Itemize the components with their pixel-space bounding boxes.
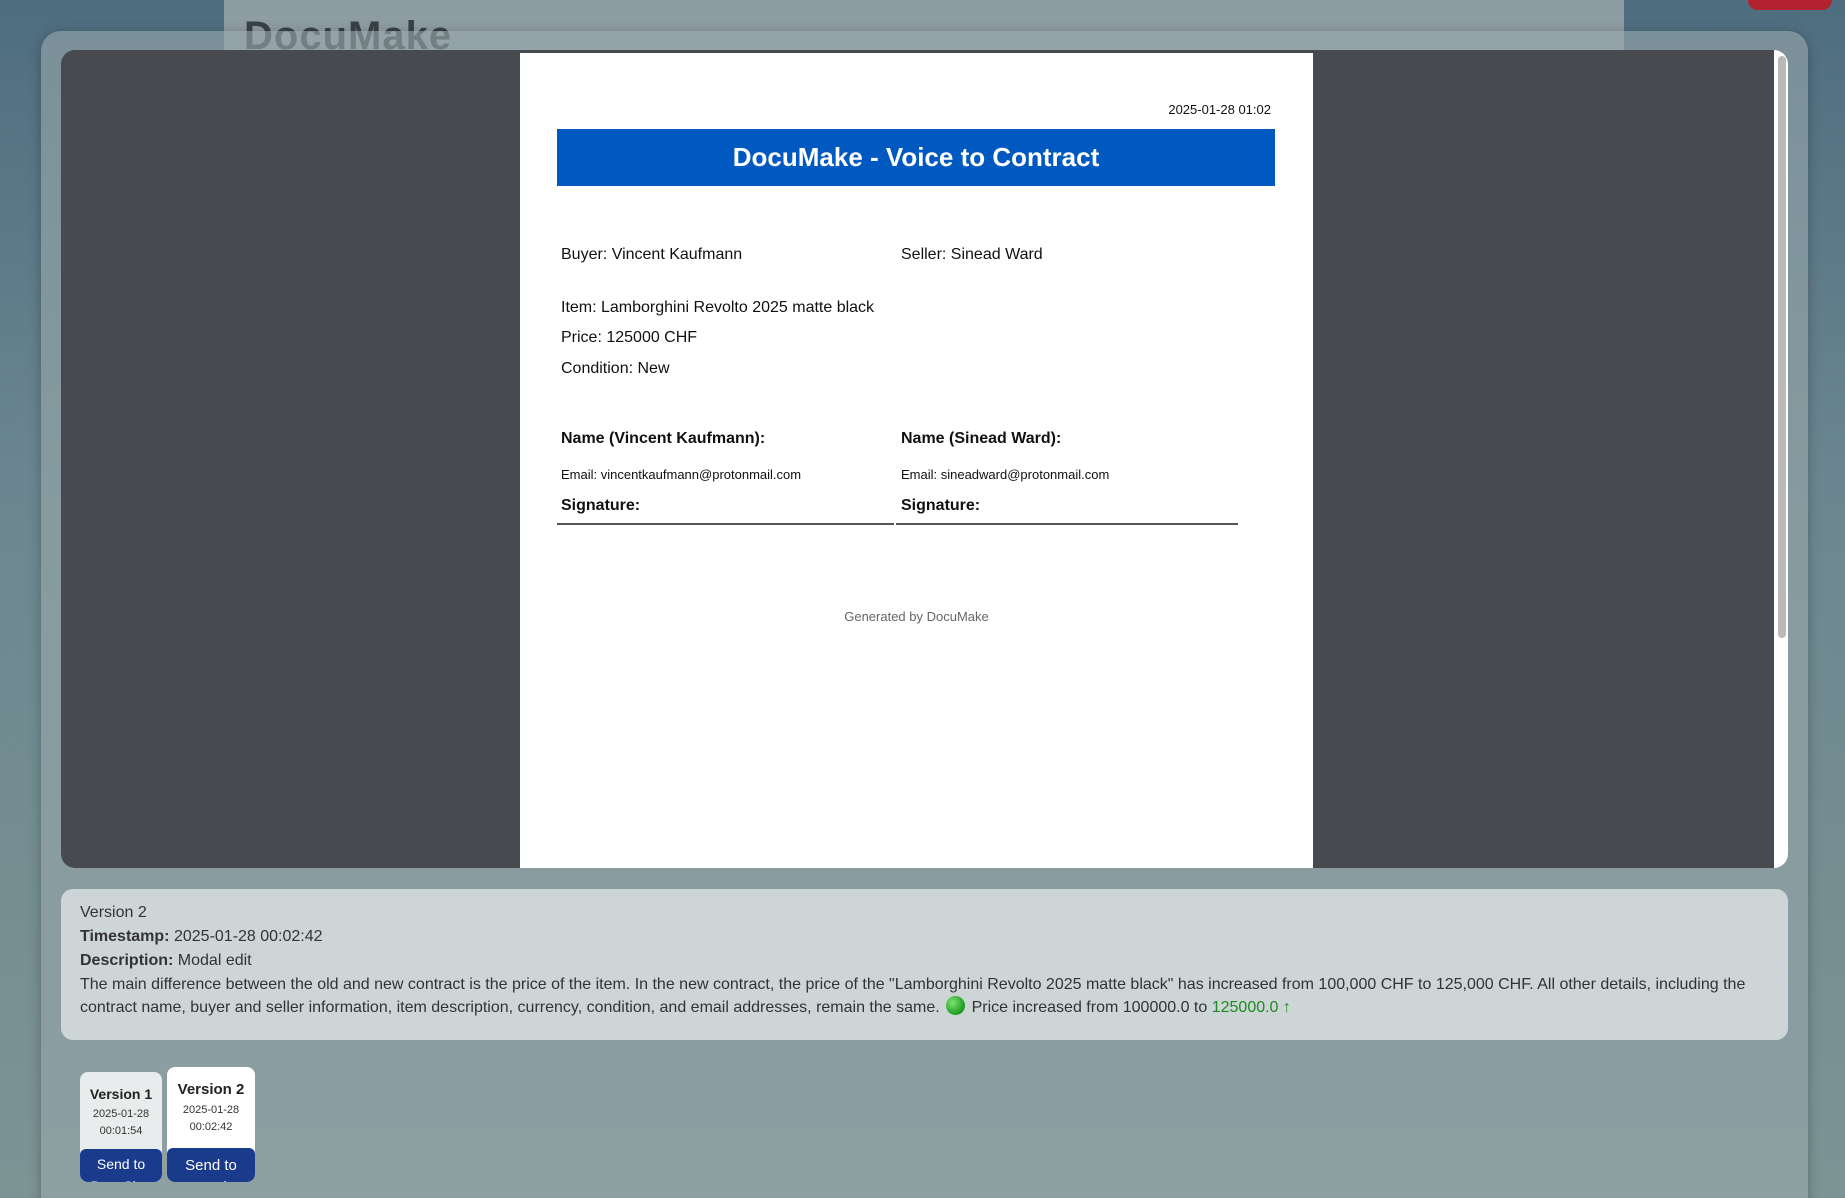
viewer-scrollbar-thumb[interactable] (1778, 56, 1786, 638)
version-card-2[interactable]: Version 2 2025-01-28 00:02:42 Send to Do… (167, 1067, 255, 1182)
send-to-docusign-button[interactable]: Send to DocuSign (167, 1148, 255, 1182)
background-close-button (1748, 0, 1832, 10)
pdf-footer: Generated by DocuMake (844, 609, 989, 624)
seller-signature-label: Signature: (901, 497, 981, 514)
version-card-1[interactable]: Version 1 2025-01-28 00:01:54 Send to Do… (80, 1072, 162, 1182)
seller-email: Email: sineadward@protonmail.com (901, 467, 1110, 482)
buyer-name-label: Name (Vincent Kaufmann): (561, 430, 766, 447)
version-card-title: Version 1 (89, 1086, 153, 1102)
price-label: Price: 125000 CHF (561, 329, 698, 346)
pdf-header: DocuMake - Voice to Contract (557, 129, 1275, 186)
summary-text: The main difference between the old and … (80, 976, 1746, 1016)
seller-label: Seller: Sinead Ward (901, 246, 1043, 263)
item-label: Item: Lamborghini Revolto 2025 matte bla… (561, 299, 875, 316)
seller-name-label: Name (Sinead Ward): (901, 430, 1062, 447)
buyer-label: Buyer: Vincent Kaufmann (561, 246, 743, 263)
viewer-scrollbar[interactable] (1774, 50, 1788, 868)
send-to-docusign-button[interactable]: Send to DocuSign (80, 1149, 162, 1182)
timestamp-value: 2025-01-28 00:02:42 (173, 928, 323, 945)
timestamp-row: Timestamp: 2025-01-28 00:02:42 (80, 925, 1769, 949)
version-card-date: 2025-01-28 (182, 1104, 240, 1116)
pdf-timestamp: 2025-01-28 01:02 (1168, 102, 1271, 117)
pdf-page: 2025-01-28 01:02 DocuMake - Voice to Con… (520, 53, 1313, 868)
description-label: Description: (80, 952, 174, 969)
description-row: Description: Modal edit (80, 949, 1769, 973)
change-text: Price increased from (971, 999, 1123, 1016)
old-value: 100000.0 (1122, 999, 1190, 1016)
version-card-timestamp: 2025-01-28 00:01:54 (80, 1106, 162, 1140)
new-value: 125000.0 ↑ (1211, 999, 1291, 1016)
buyer-signature-line (557, 523, 894, 525)
version-card-time: 00:01:54 (99, 1125, 143, 1137)
seller-signature-line (896, 523, 1238, 525)
version-label: Version 2 (80, 904, 147, 921)
buyer-email: Email: vincentkaufmann@protonmail.com (561, 467, 802, 482)
timestamp-label: Timestamp: (80, 928, 170, 945)
version-card-time: 00:02:42 (189, 1121, 233, 1133)
change-summary: The main difference between the old and … (80, 973, 1769, 1019)
version-card-date: 2025-01-28 (92, 1108, 150, 1120)
green-circle-icon (946, 996, 966, 1015)
version-card-title: Version 2 (177, 1081, 245, 1098)
condition-label: Condition: New (561, 360, 670, 377)
pdf-viewer[interactable]: 2025-01-28 01:02 DocuMake - Voice to Con… (61, 50, 1788, 868)
version-card-timestamp: 2025-01-28 00:02:42 (167, 1102, 255, 1136)
version-info-panel: Version 2 Timestamp: 2025-01-28 00:02:42… (61, 889, 1788, 1040)
buyer-signature-label: Signature: (561, 497, 641, 514)
change-to: to (1189, 999, 1212, 1016)
description-value: Modal edit (177, 952, 252, 969)
